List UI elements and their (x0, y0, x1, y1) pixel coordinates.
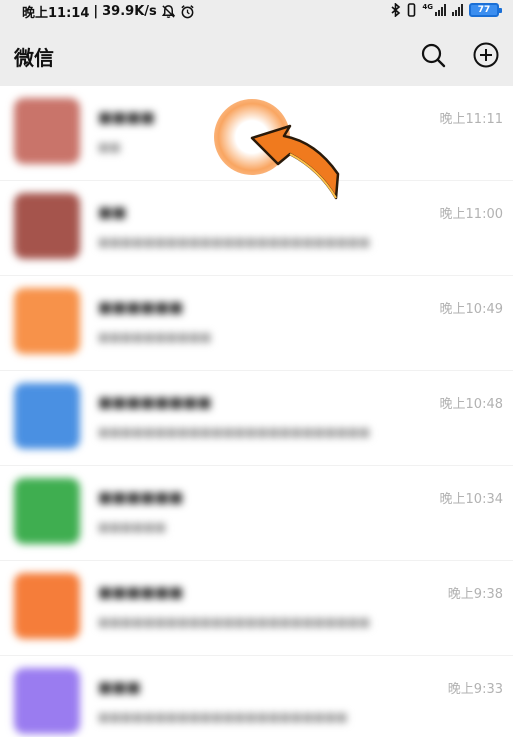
chat-preview: ■■■■■■ (98, 520, 167, 534)
chat-time: 晚上9:33 (447, 682, 503, 697)
chat-list-item[interactable]: ■■■■■■ ■■■■■■ 晚上10:34 (0, 466, 513, 561)
chat-preview: ■■■■■■■■■■■■■■■■■■■■■■ (98, 710, 348, 724)
search-icon[interactable] (420, 42, 446, 68)
chat-avatar (14, 573, 80, 639)
chat-preview: ■■■■■■■■■■ (98, 330, 212, 344)
chat-time: 晚上9:38 (447, 587, 503, 602)
chat-time: 晚上11:00 (439, 207, 503, 222)
chat-preview: ■■■■■■■■■■■■■■■■■■■■■■■■ (98, 615, 371, 629)
status-time: 晚上11:14 (22, 6, 90, 21)
chat-avatar (14, 193, 80, 259)
chat-preview: ■■■■■■■■■■■■■■■■■■■■■■■■ (98, 425, 371, 439)
chat-time: 晚上10:48 (439, 397, 503, 412)
chat-name: ■■■■■■ (98, 488, 184, 506)
chat-avatar (14, 98, 80, 164)
chat-list-item[interactable]: ■■■■■■■■ ■■■■■■■■■■■■■■■■■■■■■■■■ 晚上10:48 (0, 371, 513, 466)
alarm-clock-icon (181, 5, 194, 19)
status-right: 4G 77 (391, 3, 502, 17)
signal-bars-icon (435, 4, 446, 16)
network-speed: 39.9K/s (102, 4, 157, 19)
pointer-arrow-icon (250, 124, 340, 200)
signal-bars-2-icon (452, 4, 463, 16)
chat-list-item[interactable]: ■■■■■■ ■■■■■■■■■■ 晚上10:49 (0, 276, 513, 371)
status-left: 晚上11:14 | 39.9K/s (22, 2, 195, 21)
vibrate-icon (408, 3, 416, 17)
status-bar: 晚上11:14 | 39.9K/s 4G 77 (0, 0, 513, 22)
chat-time: 晚上10:34 (439, 492, 503, 507)
chat-name: ■■■ (98, 678, 141, 696)
app-header: 微信 (0, 22, 513, 86)
chat-avatar (14, 478, 80, 544)
chat-time: 晚上10:49 (439, 302, 503, 317)
battery-level: 77 (477, 5, 491, 15)
chat-avatar (14, 668, 80, 734)
chat-avatar (14, 383, 80, 449)
page-title: 微信 (14, 46, 54, 70)
chat-name: ■■■■ (98, 108, 155, 126)
chat-preview: ■■■■■■■■■■■■■■■■■■■■■■■■ (98, 235, 371, 249)
chat-name: ■■■■■■■■ (98, 393, 212, 411)
chat-avatar (14, 288, 80, 354)
chat-name: ■■■■■■ (98, 583, 184, 601)
chat-list-item[interactable]: ■■■ ■■■■■■■■■■■■■■■■■■■■■■ 晚上9:33 (0, 656, 513, 737)
chat-preview: ■■ (98, 140, 121, 154)
chat-list-item[interactable]: ■■■■■■ ■■■■■■■■■■■■■■■■■■■■■■■■ 晚上9:38 (0, 561, 513, 656)
chat-time: 晚上11:11 (439, 112, 503, 127)
status-divider: | (93, 4, 99, 19)
bluetooth-icon (391, 3, 401, 17)
network-type-label: 4G (422, 3, 433, 11)
battery-icon: 77 (469, 3, 502, 17)
add-plus-icon[interactable] (473, 42, 499, 68)
chat-name: ■■■■■■ (98, 298, 184, 316)
mute-bell-icon (161, 5, 175, 19)
chat-name: ■■ (98, 203, 127, 221)
